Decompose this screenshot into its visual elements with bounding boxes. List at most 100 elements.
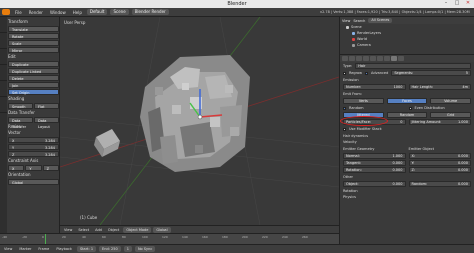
tab-physics[interactable] [0, 81, 7, 97]
data-transfer-button[interactable]: Data Transfer [8, 117, 33, 129]
velocity-panel-header[interactable]: Velocity [340, 139, 474, 145]
use-modifier-stack-checkbox[interactable] [343, 127, 346, 131]
tab-grease-pencil[interactable] [0, 97, 7, 113]
rotate-button[interactable]: Rotate [8, 33, 59, 39]
mirror-button[interactable]: Mirror [8, 47, 59, 53]
constraint-y-toggle[interactable]: Y [25, 165, 42, 171]
duplicate-button[interactable]: Duplicate [8, 61, 59, 67]
timeline-playhead[interactable] [45, 234, 46, 244]
grid-button[interactable]: Grid [430, 112, 472, 118]
random-button[interactable]: Random [386, 112, 428, 118]
menu-add[interactable]: Add [93, 228, 104, 232]
outliner-search-menu[interactable]: Search [353, 19, 365, 23]
edit-panel-header[interactable]: Edit [8, 54, 59, 60]
emit-from-verts-button[interactable]: Verts [343, 98, 384, 104]
random-checkbox[interactable] [343, 106, 346, 110]
tab-animation[interactable] [0, 65, 7, 81]
smooth-button[interactable]: Smooth [8, 103, 33, 109]
physics-tab-icon[interactable] [398, 56, 404, 61]
velocity-x-label: X: [411, 154, 416, 158]
outliner-item-camera[interactable]: Camera [340, 42, 474, 48]
texture-tab-icon[interactable] [384, 56, 390, 61]
menu-timeline-view[interactable]: View [2, 247, 14, 251]
menu-marker[interactable]: Marker [17, 247, 33, 251]
vector-z-field[interactable]: Z 3.284 [8, 151, 59, 157]
layout-selector[interactable]: Default [86, 9, 108, 15]
hair-length-field[interactable]: Hair Length: 4m [408, 84, 471, 90]
particles-face-field[interactable]: Particles/Face: 0 [343, 119, 406, 125]
close-button[interactable]: ✕ [464, 1, 472, 6]
join-button[interactable]: Join [8, 82, 59, 88]
timeline[interactable]: -40 -20 0 20 40 60 80 100 120 140 160 18… [0, 233, 339, 244]
world-tab-icon[interactable] [356, 56, 362, 61]
blender-logo-icon[interactable] [2, 9, 10, 15]
emission-panel-header[interactable]: Emission [340, 77, 474, 83]
emit-from-faces-button[interactable]: Faces [386, 98, 428, 104]
menu-window[interactable]: Window [48, 10, 68, 15]
menu-file[interactable]: File [13, 10, 24, 15]
start-frame-field[interactable]: Start: 1 [76, 246, 97, 252]
render-tab-icon[interactable] [342, 56, 348, 61]
delete-button[interactable]: Delete [8, 75, 59, 81]
even-distribution-checkbox[interactable] [408, 106, 412, 110]
segments-field[interactable]: Segments: 5 [391, 70, 471, 76]
render-engine-selector[interactable]: Blender Render [131, 9, 169, 15]
object-tab-icon[interactable] [363, 56, 369, 61]
tab-tools[interactable] [0, 17, 7, 33]
translate-button[interactable]: Translate [8, 26, 59, 32]
menu-view[interactable]: View [62, 228, 74, 232]
menu-help[interactable]: Help [71, 10, 84, 15]
end-frame-field[interactable]: End: 250 [99, 246, 121, 252]
jittering-amount-field[interactable]: Jittering Amount: 1.000 [408, 119, 471, 125]
duplicate-linked-button[interactable]: Duplicate Linked [8, 68, 59, 74]
rotation-field[interactable]: Rotation: 0.000 [343, 167, 406, 173]
tab-create[interactable] [0, 33, 7, 49]
material-tab-icon[interactable] [377, 56, 383, 61]
minimize-button[interactable]: – [442, 1, 450, 6]
scale-button[interactable]: Scale [8, 40, 59, 46]
modifiers-tab-icon[interactable] [370, 56, 376, 61]
physics-panel-header[interactable]: Physics [340, 194, 474, 200]
constraint-x-toggle[interactable]: X [8, 165, 25, 171]
3d-viewport[interactable]: User Persp (1) Cube [60, 17, 339, 225]
scene-selector[interactable]: Scene [110, 9, 129, 15]
regrow-checkbox[interactable] [343, 71, 346, 75]
particles-tab-icon[interactable] [391, 56, 397, 61]
current-frame-field[interactable]: 1 [123, 246, 132, 252]
advanced-checkbox[interactable] [365, 71, 369, 75]
constraint-z-toggle[interactable]: Z [42, 165, 59, 171]
velocity-row-1: Normal: 1.000 X: 0.000 [340, 153, 474, 159]
flat-button[interactable]: Flat [34, 103, 59, 109]
scene-tab-icon[interactable] [349, 56, 355, 61]
vector-y-field[interactable]: Y 3.284 [8, 144, 59, 150]
tangent-field[interactable]: Tangent: 0.000 [343, 160, 406, 166]
sync-selector[interactable]: No Sync [134, 246, 156, 252]
mode-selector[interactable]: Object Mode [123, 226, 152, 233]
number-field[interactable]: Number: 1000 [343, 84, 406, 90]
vector-x-field[interactable]: X 3.284 [8, 137, 59, 143]
set-origin-button[interactable]: Set Origin [8, 89, 59, 95]
type-selector[interactable]: Hair [355, 63, 471, 69]
velocity-z-field[interactable]: Z: 0.000 [408, 167, 471, 173]
jittered-button[interactable]: Jittered [343, 112, 384, 118]
transform-orientation-selector[interactable]: Global [153, 226, 171, 233]
transform-panel-header[interactable]: Transform [8, 19, 59, 25]
menu-frame[interactable]: Frame [36, 247, 51, 251]
menu-render[interactable]: Render [27, 10, 45, 15]
emit-from-volume-button[interactable]: Volume [430, 98, 472, 104]
maximize-button[interactable]: □ [453, 1, 461, 6]
normal-field[interactable]: Normal: 1.000 [343, 153, 406, 159]
menu-playback[interactable]: Playback [54, 247, 74, 251]
random-velocity-field[interactable]: Random: 0.000 [408, 181, 471, 187]
menu-object[interactable]: Object [106, 228, 121, 232]
tab-relations[interactable] [0, 49, 7, 65]
velocity-x-field[interactable]: X: 0.000 [408, 153, 471, 159]
outliner-view-menu[interactable]: View [342, 19, 350, 23]
menu-select[interactable]: Select [76, 228, 91, 232]
object-velocity-field[interactable]: Object: 0.000 [343, 181, 406, 187]
data-layout-button[interactable]: Data Layout [34, 117, 59, 129]
outliner-display-selector[interactable]: All Scenes [368, 18, 393, 23]
velocity-headings-row: Emitter Geometry Emitter Object [340, 146, 474, 152]
orientation-selector[interactable]: Global [8, 179, 59, 185]
velocity-y-field[interactable]: Y: 0.000 [408, 160, 471, 166]
